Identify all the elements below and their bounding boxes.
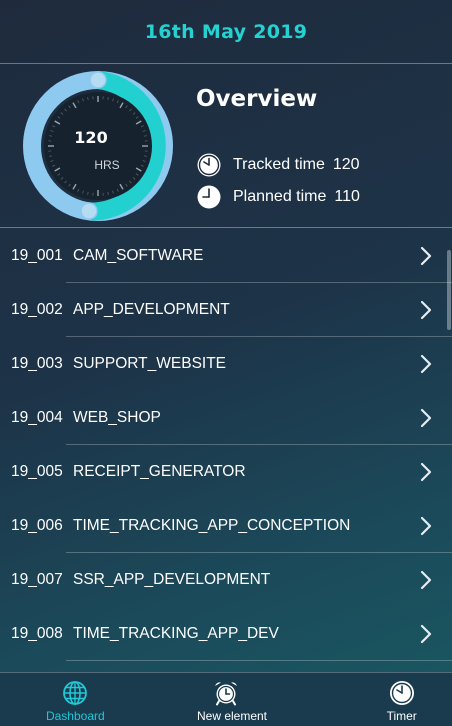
nav-timer-label: Timer bbox=[386, 709, 417, 723]
project-name: WEB_SHOP bbox=[73, 409, 161, 426]
nav-new-element[interactable]: New element bbox=[151, 673, 302, 726]
chevron-right-icon bbox=[420, 624, 432, 644]
list-item[interactable]: 19_003 SUPPORT_WEBSITE bbox=[0, 337, 452, 391]
overview-section: 120 HRS Overview Tracked time 120 Planne… bbox=[0, 64, 452, 228]
nav-new-element-label: New element bbox=[196, 709, 268, 723]
nav-timer[interactable]: Timer bbox=[301, 673, 452, 726]
app-header: 16th May 2019 bbox=[0, 0, 452, 64]
list-item[interactable]: 19_008 TIME_TRACKING_APP_DEV bbox=[0, 607, 452, 661]
project-id: 19_003 bbox=[11, 355, 63, 372]
project-id: 19_006 bbox=[11, 517, 63, 534]
bottom-nav: Dashboard New element Timer bbox=[0, 672, 452, 726]
chevron-right-icon bbox=[420, 462, 432, 482]
list-item[interactable]: 19_006 TIME_TRACKING_APP_CONCEPTION bbox=[0, 499, 452, 553]
clock-icon bbox=[197, 153, 221, 177]
project-id: 19_008 bbox=[11, 625, 63, 642]
tracked-time-label: Tracked time bbox=[233, 156, 325, 173]
clock-icon bbox=[389, 681, 414, 705]
alarm-clock-icon bbox=[215, 682, 237, 706]
hours-value: 120 bbox=[74, 128, 108, 147]
hours-ring: 120 HRS bbox=[22, 70, 174, 222]
project-name: CAM_SOFTWARE bbox=[73, 247, 204, 264]
tracked-time-stat: Tracked time 120 bbox=[196, 152, 360, 178]
project-name: RECEIPT_GENERATOR bbox=[73, 463, 246, 480]
project-id: 19_001 bbox=[11, 247, 63, 264]
chevron-right-icon bbox=[420, 354, 432, 374]
project-id: 19_002 bbox=[11, 301, 63, 318]
list-item[interactable]: 19_005 RECEIPT_GENERATOR bbox=[0, 445, 452, 499]
chevron-right-icon bbox=[420, 516, 432, 536]
clock-icon bbox=[197, 185, 221, 209]
project-id: 19_005 bbox=[11, 463, 63, 480]
scrollbar[interactable] bbox=[447, 250, 451, 330]
nav-dashboard[interactable]: Dashboard bbox=[0, 673, 151, 726]
nav-dashboard-label: Dashboard bbox=[45, 709, 105, 723]
project-name: TIME_TRACKING_APP_DEV bbox=[73, 625, 279, 642]
globe-icon bbox=[63, 681, 88, 705]
planned-time-stat: Planned time 110 bbox=[196, 184, 360, 210]
overview-title: Overview bbox=[196, 86, 318, 112]
chevron-right-icon bbox=[420, 408, 432, 428]
chevron-right-icon bbox=[420, 570, 432, 590]
list-item[interactable]: 19_002 APP_DEVELOPMENT bbox=[0, 283, 452, 337]
project-name: TIME_TRACKING_APP_CONCEPTION bbox=[73, 517, 351, 534]
project-id: 19_004 bbox=[11, 409, 63, 426]
project-name: SUPPORT_WEBSITE bbox=[73, 355, 227, 372]
list-item[interactable]: 19_007 SSR_APP_DEVELOPMENT bbox=[0, 553, 452, 607]
list-item[interactable]: 19_004 WEB_SHOP bbox=[0, 391, 452, 445]
project-id: 19_007 bbox=[11, 571, 63, 588]
project-name: SSR_APP_DEVELOPMENT bbox=[73, 571, 271, 588]
tracked-time-value: 120 bbox=[332, 156, 360, 173]
header-date: 16th May 2019 bbox=[144, 20, 308, 43]
list-item[interactable]: 19_001 CAM_SOFTWARE bbox=[0, 229, 452, 283]
planned-time-value: 110 bbox=[334, 188, 360, 205]
chevron-right-icon bbox=[420, 246, 432, 266]
hours-unit: HRS bbox=[94, 158, 120, 172]
project-name: APP_DEVELOPMENT bbox=[73, 301, 230, 318]
project-list: 19_001 CAM_SOFTWARE 19_002 APP_DEVELOPME… bbox=[0, 229, 452, 661]
chevron-right-icon bbox=[420, 300, 432, 320]
planned-time-label: Planned time bbox=[233, 188, 327, 205]
divider bbox=[66, 660, 452, 661]
